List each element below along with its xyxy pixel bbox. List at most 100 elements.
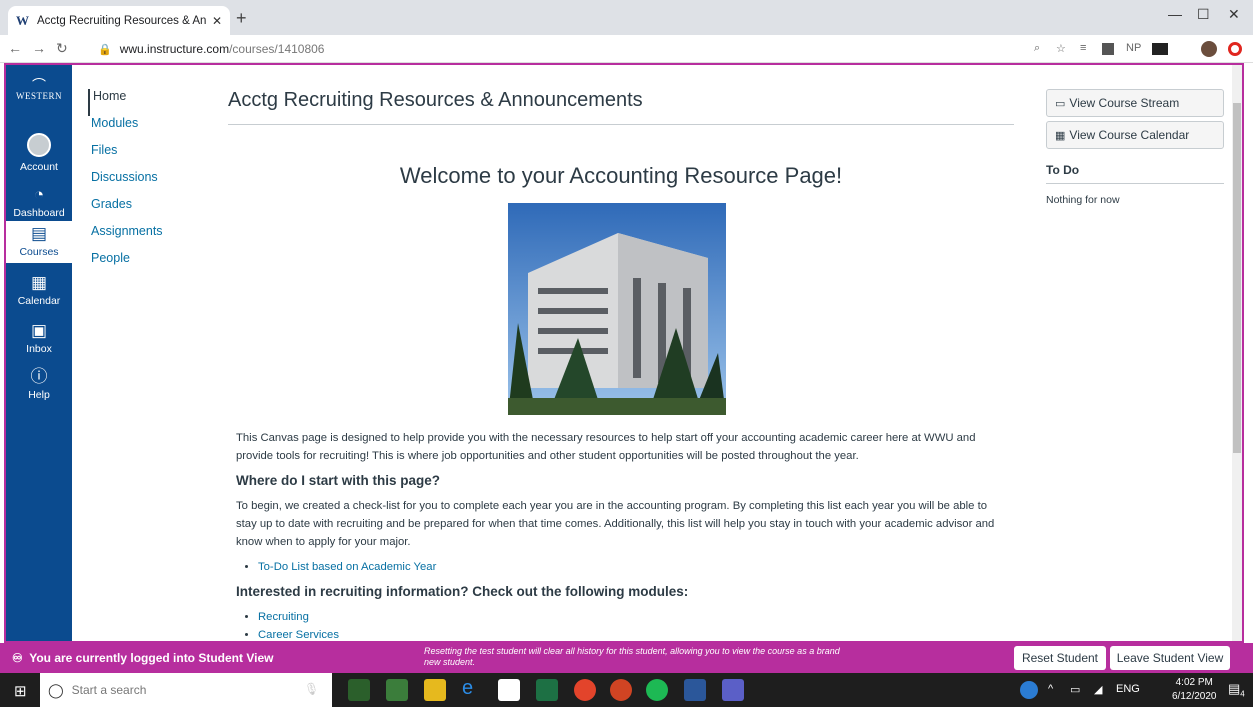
maximize-icon[interactable]: ☐: [1197, 6, 1210, 23]
recruiting-link[interactable]: Recruiting: [258, 611, 309, 623]
wwu-extension-icon[interactable]: [1152, 43, 1168, 55]
network-icon[interactable]: ◢: [1094, 683, 1102, 696]
global-nav-label: Courses: [19, 246, 59, 258]
course-nav-grades[interactable]: Grades: [88, 197, 163, 224]
section-heading-start: Where do I start with this page?: [236, 473, 441, 488]
minimize-icon[interactable]: —: [1168, 6, 1182, 22]
module-links: Recruiting Career Services: [236, 608, 1006, 641]
opera-extension-icon[interactable]: [1228, 42, 1242, 56]
todo-list-link[interactable]: To-Do List based on Academic Year: [258, 561, 436, 573]
help-icon: ⓘ: [30, 367, 48, 386]
scrollbar-thumb[interactable]: [1233, 103, 1241, 453]
browser-toolbar: ← → ↻ 🔒 wwu.instructure.com/courses/1410…: [0, 35, 1253, 63]
teams-icon[interactable]: [722, 679, 744, 701]
page-body: This Canvas page is designed to help pro…: [236, 429, 1006, 641]
global-nav-help[interactable]: ⓘ Help: [6, 367, 72, 401]
address-bar[interactable]: 🔒 wwu.instructure.com/courses/1410806: [98, 39, 1018, 59]
building-photo: [508, 203, 726, 415]
powerpoint-icon[interactable]: [610, 679, 632, 701]
global-nav-courses[interactable]: ▤ Courses: [6, 221, 72, 263]
leave-student-view-button[interactable]: Leave Student View: [1110, 646, 1230, 670]
reset-student-button[interactable]: Reset Student: [1014, 646, 1106, 670]
taskbar-app-1-icon[interactable]: [348, 679, 370, 701]
bookmark-star-icon[interactable]: ☆: [1056, 42, 1066, 55]
help-tray-icon[interactable]: [1020, 681, 1038, 699]
course-nav-discussions[interactable]: Discussions: [88, 170, 163, 197]
checklist-links: To-Do List based on Academic Year: [236, 558, 1006, 576]
title-divider: [228, 124, 1014, 125]
career-services-link[interactable]: Career Services: [258, 629, 339, 641]
new-tab-icon[interactable]: +: [236, 8, 247, 29]
student-view-bar: ♾ You are currently logged into Student …: [0, 643, 1253, 673]
view-course-calendar-button[interactable]: ▦ View Course Calendar: [1046, 121, 1224, 149]
browser-tab[interactable]: W Acctg Recruiting Resources & An ✕: [8, 6, 230, 35]
courses-book-icon: ▤: [30, 224, 48, 243]
battery-icon[interactable]: ▭: [1070, 683, 1080, 696]
list-item: To-Do List based on Academic Year: [258, 558, 1006, 576]
reset-note: Resetting the test student will clear al…: [424, 646, 840, 667]
taskbar-search-box[interactable]: ◯ Start a search: [40, 673, 332, 707]
global-nav-label: Calendar: [17, 295, 61, 307]
view-course-stream-button[interactable]: ▭ View Course Stream: [1046, 89, 1224, 117]
global-nav-label: Account: [20, 161, 58, 173]
stream-icon: ▭: [1055, 97, 1066, 110]
language-indicator[interactable]: ENG: [1116, 683, 1140, 695]
edge-browser-icon[interactable]: e: [462, 677, 484, 699]
window-close-icon[interactable]: ✕: [1228, 6, 1240, 23]
global-nav-label: Help: [28, 389, 50, 401]
spotify-icon[interactable]: [646, 679, 668, 701]
zoom-icon[interactable]: ⌕: [1034, 42, 1040, 55]
list-item: Recruiting: [258, 608, 1006, 626]
tab-title: Acctg Recruiting Resources & An: [37, 14, 206, 27]
lock-icon: 🔒: [98, 43, 112, 56]
wwu-logo[interactable]: ⌒ WESTERN: [6, 78, 72, 101]
notification-center-icon[interactable]: ▤4: [1228, 681, 1245, 699]
student-view-message: ♾ You are currently logged into Student …: [12, 651, 273, 665]
list-item: Career Services: [258, 626, 1006, 641]
taskbar-app-2-icon[interactable]: [386, 679, 408, 701]
calendar-icon: ▦: [30, 273, 48, 292]
store-icon[interactable]: [498, 679, 520, 701]
back-icon[interactable]: ←: [8, 40, 22, 56]
tray-overflow-icon[interactable]: ^: [1048, 683, 1053, 695]
forward-icon[interactable]: →: [32, 40, 46, 56]
notification-count: 4: [1240, 689, 1245, 699]
course-nav-files[interactable]: Files: [88, 143, 163, 170]
student-view-text: You are currently logged into Student Vi…: [29, 651, 274, 665]
button-label: View Course Stream: [1069, 96, 1180, 110]
word-icon[interactable]: [684, 679, 706, 701]
profile-avatar-icon[interactable]: [1201, 41, 1217, 57]
np-extension-icon[interactable]: NP: [1126, 42, 1141, 54]
page-scrollbar[interactable]: [1232, 65, 1242, 641]
course-navigation: Home Modules Files Discussions Grades As…: [88, 89, 163, 278]
checklist-paragraph: To begin, we created a check-list for yo…: [236, 500, 995, 548]
extension-icon[interactable]: ≡: [1080, 42, 1086, 54]
course-nav-home[interactable]: Home: [88, 89, 163, 116]
reload-icon[interactable]: ↻: [56, 40, 68, 57]
page-title: Acctg Recruiting Resources & Announcemen…: [228, 89, 643, 111]
global-nav-label: Dashboard: [13, 207, 65, 219]
global-nav-inbox[interactable]: ▣ Inbox: [6, 321, 72, 355]
course-nav-modules[interactable]: Modules: [88, 116, 163, 143]
global-nav-dashboard[interactable]: ◔ Dashboard: [6, 185, 72, 219]
microphone-icon[interactable]: 🎙: [304, 682, 326, 704]
section-heading-recruiting: Interested in recruiting information? Ch…: [236, 584, 689, 599]
chrome-icon[interactable]: [574, 679, 596, 701]
browser-tab-strip: W Acctg Recruiting Resources & An ✕ + — …: [0, 0, 1253, 35]
global-nav-calendar[interactable]: ▦ Calendar: [6, 273, 72, 307]
windows-start-icon[interactable]: ⊞: [14, 682, 27, 700]
logo-text: WESTERN: [16, 91, 62, 101]
todo-empty-text: Nothing for now: [1046, 194, 1120, 206]
facebook-extension-icon[interactable]: [1102, 43, 1114, 55]
excel-icon[interactable]: [536, 679, 558, 701]
clock-time: 4:02 PM: [1175, 677, 1213, 688]
wwu-favicon-icon: W: [16, 12, 29, 28]
tab-close-icon[interactable]: ✕: [212, 14, 222, 28]
main-content: Acctg Recruiting Resources & Announcemen…: [228, 65, 1014, 641]
course-nav-people[interactable]: People: [88, 251, 163, 278]
file-explorer-icon[interactable]: [424, 679, 446, 701]
taskbar-clock[interactable]: 4:02 PM 6/12/2020: [1172, 676, 1217, 704]
global-nav-account[interactable]: Account: [6, 133, 72, 173]
welcome-heading: Welcome to your Accounting Resource Page…: [399, 163, 843, 188]
course-nav-assignments[interactable]: Assignments: [88, 224, 163, 251]
